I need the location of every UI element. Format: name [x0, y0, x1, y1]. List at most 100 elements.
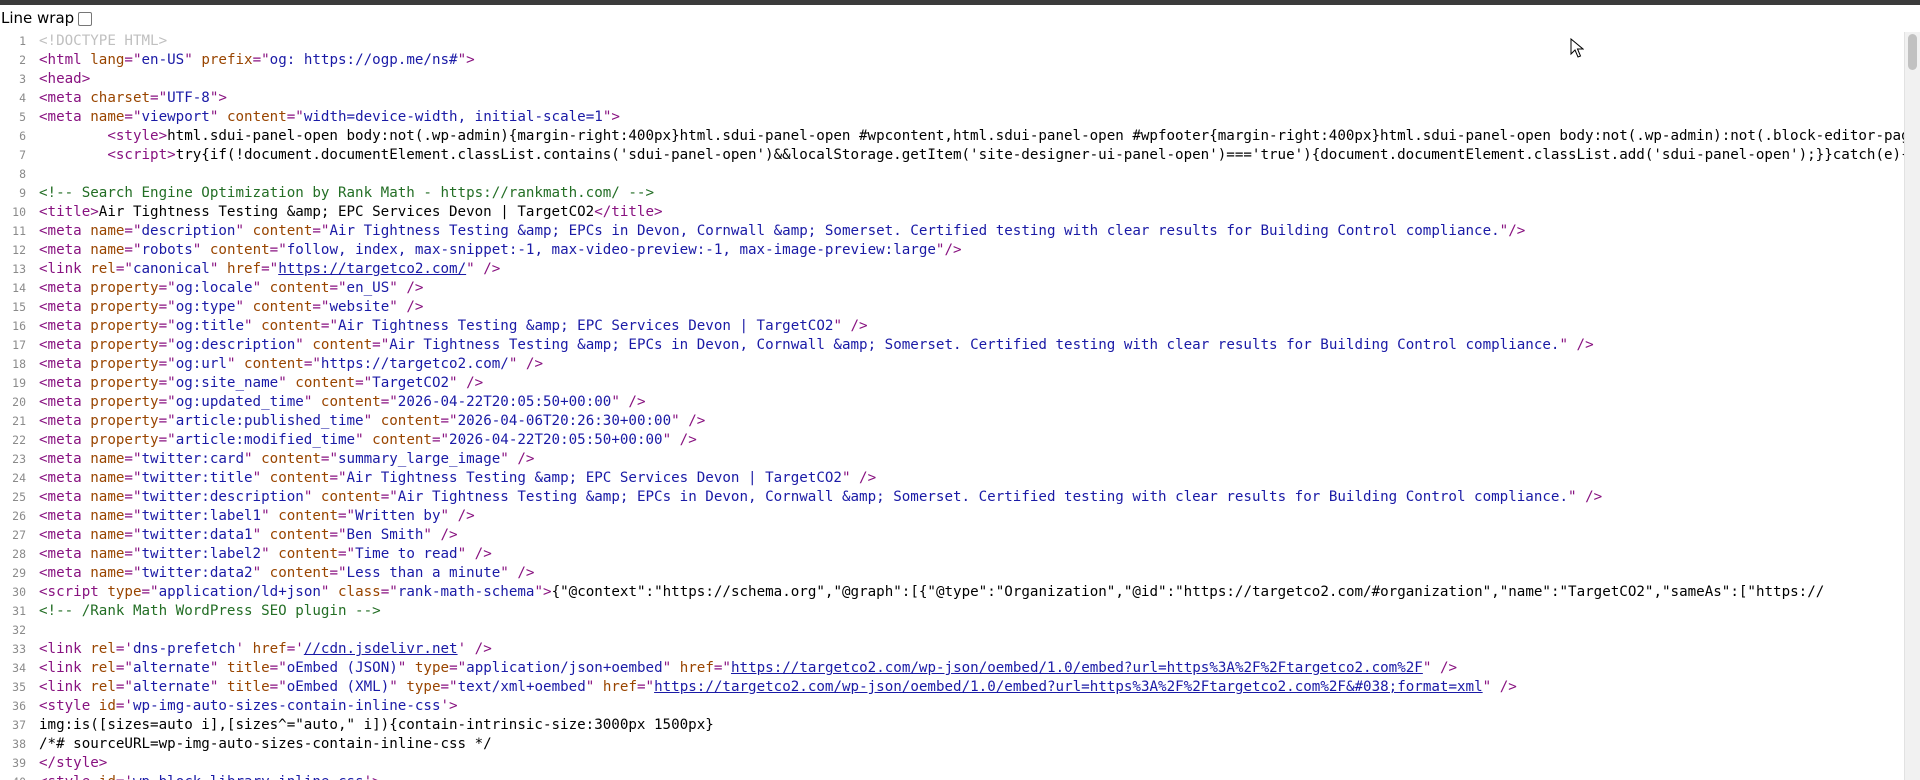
source-line: 40<style id='wp-block-library-inline-css… [0, 773, 1904, 780]
token-tag: '> [364, 774, 381, 780]
token-attr-value: twitter:label2 [141, 546, 262, 562]
token-tag: " [192, 242, 210, 258]
token-attr-name: content [278, 508, 338, 524]
line-code: <meta property="article:published_time" … [32, 412, 1904, 431]
token-tag: " [226, 356, 245, 372]
token-link[interactable]: https://targetco2.com/ [278, 261, 466, 277]
token-tag: " [261, 546, 279, 562]
token-attr-value: twitter:label1 [141, 508, 262, 524]
token-tag: " /> [500, 451, 535, 467]
line-number: 31 [12, 604, 26, 618]
token-attr-name: name [90, 546, 125, 562]
token-tag: <meta [39, 470, 91, 486]
line-code: /*# sourceURL=wp-img-auto-sizes-contain-… [32, 735, 1904, 754]
token-tag: ' /> [457, 641, 492, 657]
line-code: <meta property="og:site_name" content="T… [32, 374, 1904, 393]
token-tag: <meta [39, 109, 91, 125]
line-number: 24 [12, 471, 26, 485]
source-line: 28 <meta name="twitter:label2" content="T… [0, 545, 1904, 564]
token-tag: <meta [39, 280, 91, 296]
line-number: 9 [19, 186, 26, 200]
line-code: <meta name="twitter:data2" content="Less… [32, 564, 1904, 583]
line-number: 35 [12, 680, 26, 694]
scrollbar-thumb[interactable] [1908, 34, 1917, 70]
token-attr-value: 2026-04-06T20:26:30+00:00 [457, 413, 672, 429]
source-line: 12 <meta name="robots" content="follow, i… [0, 241, 1904, 260]
line-code: img:is([sizes=auto i],[sizes^="auto," i]… [32, 716, 1904, 735]
line-number: 12 [12, 243, 26, 257]
token-attr-value: oEmbed (XML) [286, 679, 390, 695]
token-tag: =" [380, 394, 398, 410]
token-attr-value: wp-block-library-inline-css [133, 774, 364, 780]
token-tag: <meta [39, 413, 91, 429]
line-code: <meta name="viewport" content="width=dev… [32, 108, 1904, 127]
token-attr-value: og:url [175, 356, 227, 372]
source-line: 35 <link rel="alternate" title="oEmbed (X… [0, 678, 1904, 697]
token-tag: " [209, 261, 227, 277]
token-tag: " /> [841, 470, 877, 486]
token-attr-value: TargetCO2 [372, 375, 450, 391]
token-tag: <meta [39, 546, 91, 562]
line-number: 18 [12, 357, 26, 371]
token-attr-name: rel [90, 641, 116, 657]
token-attr-value: description [141, 223, 236, 239]
token-tag: <meta [39, 489, 91, 505]
line-number: 10 [12, 205, 26, 219]
token-link[interactable]: https://targetco2.com/wp-json/oembed/1.0… [731, 660, 1423, 676]
token-tag: " [389, 679, 407, 695]
token-tag: =" [124, 242, 142, 258]
token-tag: <style [39, 774, 99, 780]
line-number: 21 [12, 414, 26, 428]
token-text: Air Tightness Testing &amp; EPC Services… [98, 204, 595, 220]
token-tag: =" [372, 337, 390, 353]
token-attr-value: og: https://ogp.me/ns# [269, 52, 458, 68]
token-tag: <meta [39, 527, 91, 543]
token-attr-name: property [90, 413, 159, 429]
line-number: 13 [12, 262, 26, 276]
line-number: 15 [12, 300, 26, 314]
token-tag: =" [440, 413, 458, 429]
token-comment: <!-- /Rank Math WordPress SEO plugin --> [39, 603, 381, 619]
token-tag: =" [158, 318, 176, 334]
token-link[interactable]: https://targetco2.com/wp-json/oembed/1.0… [654, 679, 1483, 695]
token-attr-value: twitter:data1 [141, 527, 253, 543]
token-attr-name: name [90, 109, 125, 125]
token-tag: " [278, 375, 296, 391]
token-attr-value: Ben Smith [346, 527, 424, 543]
token-attr-value: en_US [346, 280, 390, 296]
token-tag: <link [39, 261, 91, 277]
line-code: <meta charset="UTF-8"> [32, 89, 1904, 108]
token-tag: " [244, 451, 262, 467]
line-code: <script>try{if(!document.documentElement… [32, 146, 1904, 165]
token-tag: =" [338, 508, 356, 524]
vertical-scrollbar[interactable] [1904, 32, 1920, 780]
token-attr-name: type [406, 679, 441, 695]
token-attr-value: alternate [132, 660, 210, 676]
token-tag: " [662, 660, 680, 676]
token-tag: <meta [39, 394, 91, 410]
line-wrap-checkbox[interactable] [78, 11, 93, 26]
token-tag: " [320, 584, 338, 600]
token-tag: =" [286, 109, 304, 125]
token-tag: =" [124, 52, 142, 68]
token-tag: <link [39, 679, 91, 695]
token-link[interactable]: //cdn.jsdelivr.net [304, 641, 458, 657]
token-tag: =" [158, 432, 176, 448]
token-attr-name: content [252, 299, 313, 315]
line-code: <meta name="twitter:description" content… [32, 488, 1904, 507]
token-attr-value: article:published_time [175, 413, 364, 429]
source-line: 15 <meta property="og:type" content="webs… [0, 298, 1904, 317]
token-tag: =" [320, 451, 338, 467]
token-tag: <meta [39, 565, 91, 581]
token-tag: "/> [1499, 223, 1526, 239]
line-number: 34 [12, 661, 26, 675]
token-attr-name: property [90, 299, 159, 315]
token-tag: =" [355, 375, 373, 391]
token-tag: " [209, 660, 227, 676]
source-line: 27 <meta name="twitter:data1" content="Be… [0, 526, 1904, 545]
token-tag: =" [158, 299, 176, 315]
token-text: {"@context":"https://schema.org","@graph… [551, 584, 1825, 600]
source-line: 21 <meta property =" article:published_time… [0, 412, 1904, 431]
line-code: <meta name="twitter:label1" content="Wri… [32, 507, 1904, 526]
